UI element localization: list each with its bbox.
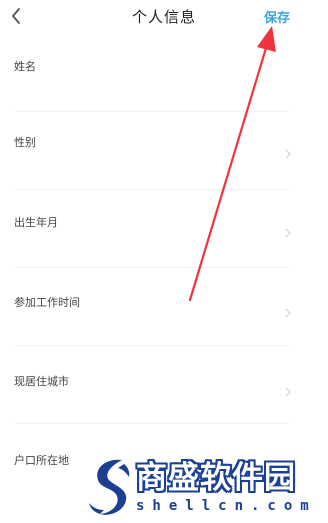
row-label: 现居住城市 [14, 375, 69, 388]
watermark-logo-icon [89, 459, 130, 515]
watermark: 商盛软件园 shellcn.com [70, 452, 328, 523]
form-row-name[interactable]: 姓名 [0, 34, 310, 112]
chevron-right-icon [285, 387, 291, 397]
row-label: 户口所在地 [14, 454, 69, 467]
row-label: 出生年月 [14, 216, 58, 229]
chevron-right-icon [285, 149, 291, 159]
form-row-birth-date[interactable]: 出生年月 [0, 190, 310, 268]
chevron-right-icon [285, 228, 291, 238]
form-row-current-city[interactable]: 现居住城市 [0, 346, 310, 424]
row-label: 姓名 [14, 60, 36, 73]
watermark-domain: shellcn.com [136, 498, 317, 514]
watermark-brand: 商盛软件园 [136, 460, 296, 496]
chevron-right-icon [285, 308, 291, 318]
form-row-gender[interactable]: 性别 [0, 112, 310, 190]
row-label: 性别 [14, 136, 36, 149]
save-button[interactable]: 保存 [264, 7, 290, 26]
row-label: 参加工作时间 [14, 296, 80, 309]
top-nav-bar: 个人信息 保存 [0, 0, 328, 34]
form-row-work-start-date[interactable]: 参加工作时间 [0, 268, 310, 346]
